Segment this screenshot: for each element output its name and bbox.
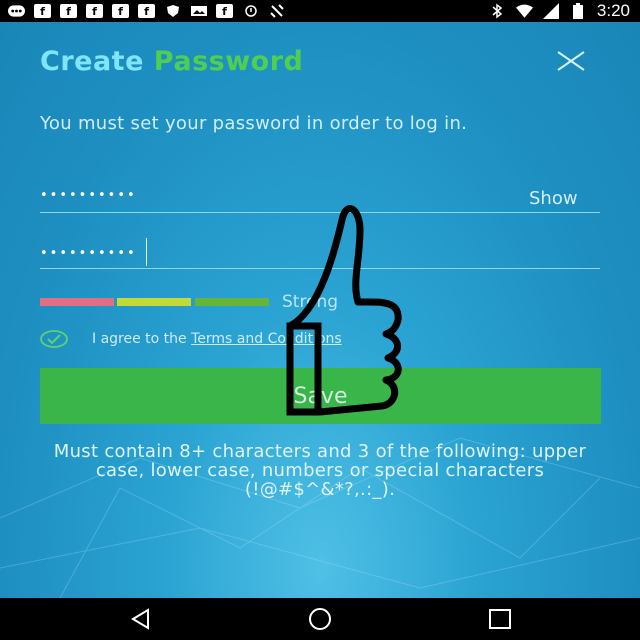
show-password-toggle[interactable]: Show <box>529 188 578 209</box>
text-cursor <box>146 238 147 266</box>
facebook-icon: f <box>86 4 103 18</box>
confirm-password-dots: •••••••••• <box>40 246 137 261</box>
terms-link[interactable]: Terms and Conditions <box>191 331 342 347</box>
recent-apps-icon <box>489 609 511 629</box>
agree-text: I agree to the Terms and Conditions <box>92 331 342 347</box>
wifi-icon <box>515 4 533 18</box>
bluetooth-icon <box>489 3 506 19</box>
save-button[interactable]: Save <box>40 368 601 424</box>
agree-prefix: I agree to the <box>92 331 192 347</box>
close-button[interactable] <box>556 50 586 72</box>
back-button[interactable] <box>128 606 154 632</box>
back-icon <box>131 608 149 630</box>
recent-apps-button[interactable] <box>487 606 513 632</box>
satellite-icon <box>268 4 285 18</box>
strength-bar-segment-1 <box>40 298 114 306</box>
home-icon <box>309 608 331 630</box>
home-button[interactable] <box>307 606 333 632</box>
navigation-bar <box>0 598 640 640</box>
password-requirements-hint: Must contain 8+ characters and 3 of the … <box>53 441 587 500</box>
title-word-create: Create <box>40 46 144 77</box>
signal-icon <box>543 3 560 19</box>
agree-checkbox[interactable] <box>40 330 68 348</box>
strength-bar-segment-3 <box>195 298 269 306</box>
status-bar: f f f f f f 3:20 <box>0 0 640 22</box>
strength-label: Strong <box>282 292 339 312</box>
facebook-icon: f <box>60 4 77 18</box>
facebook-icon: f <box>112 4 129 18</box>
strength-bar-segment-2 <box>117 298 191 306</box>
facebook-icon: f <box>216 4 233 18</box>
intro-text: You must set your password in order to l… <box>40 113 468 134</box>
password-dots: •••••••••• <box>40 188 137 203</box>
messenger-icon <box>8 4 25 18</box>
create-password-screen: Create Password You must set your passwo… <box>0 22 640 598</box>
clock: 3:20 <box>596 1 630 20</box>
status-right-icons: 3:20 <box>489 1 640 21</box>
close-icon <box>557 51 585 71</box>
facebook-icon: f <box>138 4 155 18</box>
title-word-password: Password <box>153 46 304 77</box>
facebook-icon: f <box>34 4 51 18</box>
page-title: Create Password <box>40 46 303 77</box>
shield-icon <box>164 4 181 18</box>
photo-icon <box>190 4 207 18</box>
status-left-icons: f f f f f f <box>0 4 285 18</box>
checkmark-icon <box>40 330 68 348</box>
battery-icon <box>570 3 587 19</box>
sync-icon <box>242 4 259 18</box>
